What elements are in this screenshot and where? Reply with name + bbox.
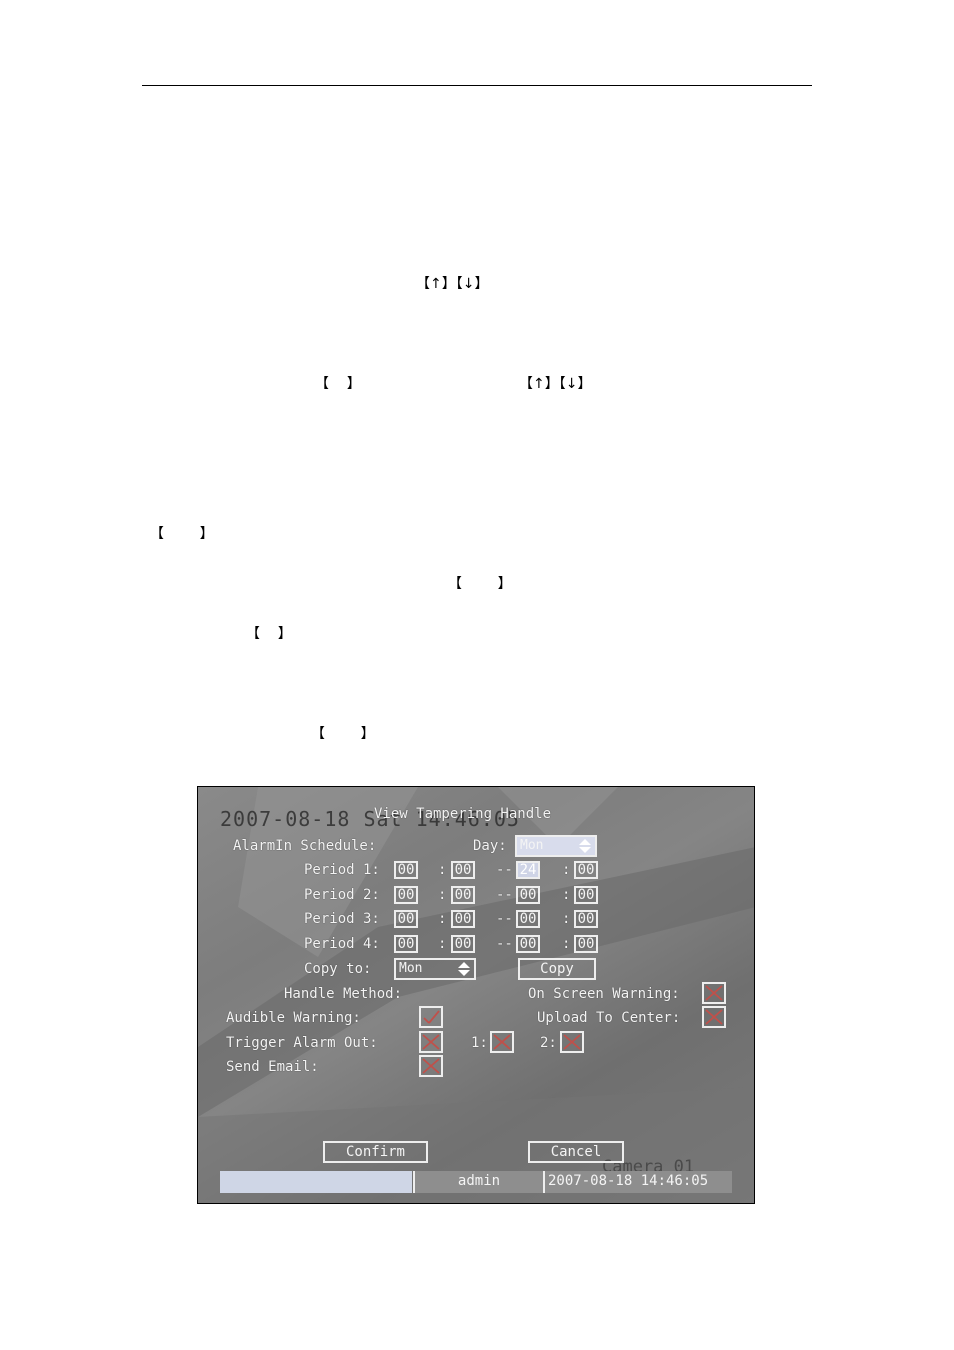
status-bar-blank (220, 1171, 412, 1193)
bracket-text-3: 【 】 (448, 576, 512, 592)
checkmark-icon (423, 1010, 440, 1024)
colon-separator: : (438, 936, 447, 952)
bracket-text-5: 【 】 (311, 726, 375, 742)
audible-warning-checkbox[interactable] (419, 1006, 443, 1028)
colon-separator: : (562, 862, 571, 878)
cancel-button[interactable]: Cancel (528, 1141, 624, 1163)
copy-to-label: Copy to: (304, 961, 372, 977)
start-minute-field[interactable]: 00 (451, 886, 475, 904)
day-select[interactable]: Mon (515, 835, 597, 857)
colon-separator: : (438, 911, 447, 927)
alarm-out-2-label: 2: (540, 1035, 557, 1051)
up-down-arrow-icon (458, 962, 470, 976)
status-user: admin (413, 1171, 543, 1193)
period-label: Period 3: (304, 911, 380, 927)
send-email-label: Send Email: (226, 1059, 319, 1075)
dash-separator: -- (496, 862, 513, 878)
copy-to-select[interactable]: Mon (394, 958, 476, 980)
start-hour-field[interactable]: 00 (394, 861, 418, 879)
copy-to-value: Mon (399, 961, 423, 976)
status-bar: admin 2007-08-18 14:46:05 (220, 1171, 732, 1193)
on-screen-warning-label: On Screen Warning: (528, 986, 680, 1002)
upload-to-center-label: Upload To Center: (537, 1010, 681, 1026)
cross-icon (563, 1034, 581, 1050)
end-hour-field[interactable]: 00 (516, 935, 540, 953)
start-hour-field[interactable]: 00 (394, 886, 418, 904)
period-label: Period 4: (304, 936, 380, 952)
period-label: Period 1: (304, 862, 380, 878)
cross-icon (705, 985, 723, 1001)
start-hour-field[interactable]: 00 (394, 910, 418, 928)
dvr-osd-screenshot: 2007-08-18 Sat 14:46:05 Camera 01 View T… (197, 786, 755, 1204)
handle-method-label: Handle Method: (284, 986, 403, 1002)
end-minute-field[interactable]: 00 (574, 861, 598, 879)
trigger-alarm-out-checkbox[interactable] (419, 1031, 443, 1053)
end-hour-field[interactable]: 00 (516, 886, 540, 904)
confirm-button[interactable]: Confirm (323, 1141, 428, 1163)
dash-separator: -- (496, 936, 513, 952)
up-down-arrow-icon (579, 839, 591, 853)
send-email-checkbox[interactable] (419, 1055, 443, 1077)
day-select-value: Mon (520, 838, 544, 853)
alarm-out-1-label: 1: (471, 1035, 488, 1051)
schedule-label: AlarmIn Schedule: (233, 838, 377, 854)
bracket-text-1: 【 】 (315, 376, 361, 392)
upload-to-center-checkbox[interactable] (702, 1006, 726, 1028)
colon-separator: : (562, 887, 571, 903)
end-hour-field[interactable]: 00 (516, 910, 540, 928)
start-minute-field[interactable]: 00 (451, 935, 475, 953)
colon-separator: : (562, 911, 571, 927)
cross-icon (422, 1034, 440, 1050)
dialog-title: View Tampering Handle (374, 806, 552, 822)
copy-button[interactable]: Copy (518, 958, 596, 980)
colon-separator: : (438, 887, 447, 903)
bracket-text-4: 【 】 (246, 626, 292, 642)
header-rule (142, 85, 812, 86)
arrow-keys-text-2: 【↑】【↓】 (519, 376, 592, 392)
period-label: Period 2: (304, 887, 380, 903)
cross-icon (422, 1058, 440, 1074)
alarm-out-2-checkbox[interactable] (560, 1031, 584, 1053)
colon-separator: : (438, 862, 447, 878)
trigger-alarm-out-label: Trigger Alarm Out: (226, 1035, 378, 1051)
on-screen-warning-checkbox[interactable] (702, 982, 726, 1004)
alarm-out-1-checkbox[interactable] (490, 1031, 514, 1053)
start-minute-field[interactable]: 00 (451, 910, 475, 928)
dash-separator: -- (496, 887, 513, 903)
cross-icon (705, 1009, 723, 1025)
dash-separator: -- (496, 911, 513, 927)
start-hour-field[interactable]: 00 (394, 935, 418, 953)
start-minute-field[interactable]: 00 (451, 861, 475, 879)
end-hour-field[interactable]: 24 (516, 861, 540, 879)
colon-separator: : (562, 936, 571, 952)
end-minute-field[interactable]: 00 (574, 910, 598, 928)
status-datetime: 2007-08-18 14:46:05 (543, 1171, 732, 1193)
end-minute-field[interactable]: 00 (574, 935, 598, 953)
day-label: Day: (473, 838, 507, 854)
bracket-text-2: 【 】 (150, 526, 214, 542)
cross-icon (493, 1034, 511, 1050)
arrow-keys-text-1: 【↑】【↓】 (416, 276, 489, 292)
audible-warning-label: Audible Warning: (226, 1010, 361, 1026)
end-minute-field[interactable]: 00 (574, 886, 598, 904)
